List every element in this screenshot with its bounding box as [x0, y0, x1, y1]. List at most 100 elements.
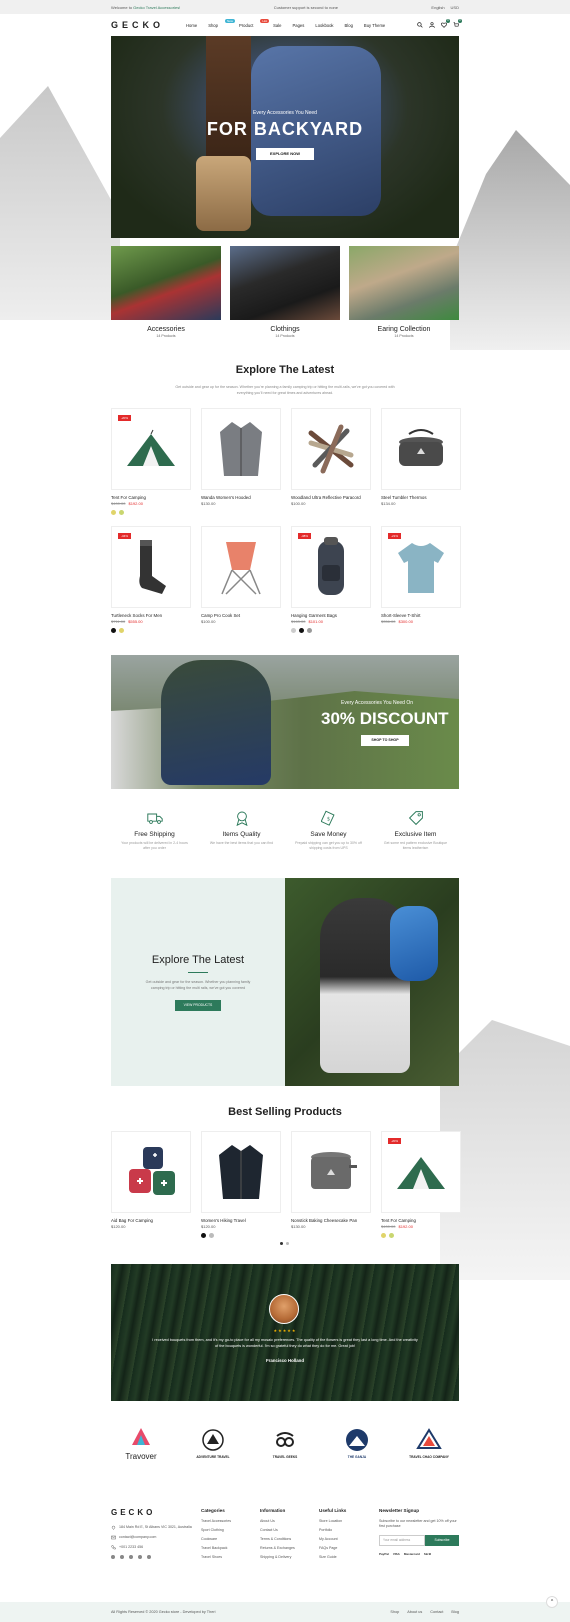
nav-sale[interactable]: Sale — [273, 23, 281, 28]
footer-link[interactable]: My Account — [319, 1537, 379, 1541]
footer-link[interactable]: Cookware — [201, 1537, 260, 1541]
footer-link[interactable]: About Us — [260, 1519, 319, 1523]
footer-link[interactable]: Travel Accessories — [201, 1519, 260, 1523]
facebook-icon[interactable] — [111, 1555, 115, 1559]
footer-link[interactable]: FAQs Page — [319, 1546, 379, 1550]
user-icon[interactable] — [429, 22, 435, 28]
brand-logo[interactable]: ADVENTURE TRAVEL — [183, 1428, 243, 1459]
bottom-link[interactable]: Shop — [390, 1610, 399, 1614]
discount-subtitle: Every Accessories You Need On — [341, 700, 413, 706]
brand-logo[interactable]: TRAVEL GEEKS — [255, 1428, 315, 1459]
swatch-black[interactable] — [201, 1233, 206, 1238]
brand-logo[interactable]: TRAVEL CHAO COMPANY — [399, 1427, 459, 1459]
category-card[interactable]: Clothings 14 Products — [230, 246, 340, 338]
nav-product[interactable]: ProductHot — [239, 18, 270, 28]
product-name[interactable]: Woodland Ultra Reflective Paracord — [291, 495, 371, 500]
product-card[interactable]: Woodland Ultra Reflective Paracord $100.… — [291, 408, 371, 515]
footer-logo[interactable]: GECKO — [111, 1508, 201, 1517]
product-name[interactable]: Aid Bag For Camping — [111, 1218, 191, 1223]
swatch-dark-grey[interactable] — [307, 628, 312, 633]
logo[interactable]: GECKO — [111, 20, 164, 30]
swatch-yellow[interactable] — [119, 628, 124, 633]
swatch-yellow[interactable] — [381, 1233, 386, 1238]
linkedin-icon[interactable] — [138, 1555, 142, 1559]
product-card[interactable]: Women's Hiking Travel $120.00 — [201, 1131, 281, 1238]
product-card[interactable]: -38% Hanging Garment Bags $163.00 $101.00 — [291, 526, 371, 633]
product-name[interactable]: Women's Hiking Travel — [201, 1218, 281, 1223]
view-products-button[interactable]: VIEW PRODUCTS — [175, 1000, 221, 1011]
swatch-grey[interactable] — [209, 1233, 214, 1238]
newsletter-email-input[interactable]: Your email address — [379, 1535, 425, 1546]
currency-selector[interactable]: USD — [451, 5, 459, 10]
product-name[interactable]: Steel Tumbler Thermos — [381, 495, 461, 500]
twitter-icon[interactable] — [120, 1555, 124, 1559]
language-selector[interactable]: English — [431, 5, 444, 10]
product-card[interactable]: Aid Bag For Camping $120.00 — [111, 1131, 191, 1238]
payment-methods: PayPal VISA Mastercard Skrill — [379, 1552, 459, 1556]
footer-column-categories: Categories Travel Accessories Sport Clot… — [201, 1508, 260, 1564]
product-card[interactable]: Steel Tumbler Thermos $134.00 — [381, 408, 461, 515]
footer-link[interactable]: Size Guide — [319, 1555, 379, 1559]
bottom-link[interactable]: Blog — [451, 1610, 459, 1614]
category-card[interactable]: Earing Collection 14 Products — [349, 246, 459, 338]
product-name[interactable]: Hanging Garment Bags — [291, 613, 371, 618]
product-card[interactable]: Camp Pro Cook Set $100.00 — [201, 526, 281, 633]
travel-chao-logo-icon — [416, 1427, 442, 1449]
product-card[interactable]: Nonstick Baking Cheesecake Pan $130.00 — [291, 1131, 371, 1238]
nav-shop[interactable]: ShopNew — [208, 18, 235, 28]
brand-logo[interactable]: Travover — [111, 1425, 171, 1461]
swatch-lime[interactable] — [389, 1233, 394, 1238]
swatch-black[interactable] — [299, 628, 304, 633]
product-name[interactable]: Tent For Camping — [111, 495, 191, 500]
footer-link[interactable]: Portfolio — [319, 1528, 379, 1532]
hero-subtitle: Every Accessories You Need — [253, 110, 317, 116]
footer-link[interactable]: Travel Backpack — [201, 1546, 260, 1550]
nav-buy-theme[interactable]: Buy Theme — [364, 23, 385, 28]
product-name[interactable]: Wanda Women's Hooded — [201, 495, 281, 500]
product-name[interactable]: Nonstick Baking Cheesecake Pan — [291, 1218, 371, 1223]
back-to-top-button[interactable]: ^ — [546, 1596, 558, 1608]
product-card[interactable]: Wanda Women's Hooded $130.00 — [201, 408, 281, 515]
product-price: $711.00 $555.00 — [111, 619, 143, 624]
product-card[interactable]: -34% Turtleneck Socks For Men $711.00 $55… — [111, 526, 191, 633]
brand-logo[interactable]: THE GANJA — [327, 1428, 387, 1459]
swatch-lime[interactable] — [119, 510, 124, 515]
carousel-dot[interactable] — [280, 1242, 283, 1245]
mastercard-logo: Mastercard — [403, 1552, 420, 1556]
bottom-link[interactable]: About us — [407, 1610, 422, 1614]
product-name[interactable]: Turtleneck Socks For Men — [111, 613, 191, 618]
nav-blog[interactable]: Blog — [345, 23, 353, 28]
footer-link[interactable]: Returns & Exchanges — [260, 1546, 319, 1550]
footer-link[interactable]: Terms & Conditions — [260, 1537, 319, 1541]
wishlist-icon[interactable]: 0 — [441, 19, 450, 28]
nav-pages[interactable]: Pages — [292, 23, 304, 28]
product-name[interactable]: Camp Pro Cook Set — [201, 613, 281, 618]
footer-link[interactable]: Store Location — [319, 1519, 379, 1523]
footer-link[interactable]: Shipping & Delivery — [260, 1555, 319, 1559]
product-name[interactable]: Short-Sleeve T-Shirt — [381, 613, 461, 618]
product-card[interactable]: -20% Tent For Camping $400.00 $192.00 — [381, 1131, 461, 1238]
explore-desc: Get outside and gear for the season. Whe… — [145, 980, 251, 990]
product-card[interactable]: -20% Tent For Camping $400.00 $192.00 — [111, 408, 191, 515]
carousel-dot[interactable] — [286, 1242, 289, 1245]
product-card[interactable]: -21% Short-Sleeve T-Shirt $356.00 $300.00 — [381, 526, 461, 633]
swatch-grey[interactable] — [291, 628, 296, 633]
pinterest-icon[interactable] — [147, 1555, 151, 1559]
search-icon[interactable] — [417, 22, 423, 28]
footer-link[interactable]: Sport Clothing — [201, 1528, 260, 1532]
nav-home[interactable]: Home — [186, 23, 197, 28]
swatch-yellow[interactable] — [111, 510, 116, 515]
category-card[interactable]: Accessories 14 Products — [111, 246, 221, 338]
bottom-link[interactable]: Contact — [430, 1610, 443, 1614]
swatch-black[interactable] — [111, 628, 116, 633]
instagram-icon[interactable] — [129, 1555, 133, 1559]
shop-button[interactable]: SHOP TO SHOP — [361, 735, 409, 746]
explore-now-button[interactable]: EXPLORE NOW — [256, 148, 314, 160]
footer-link[interactable]: Travel Shoes — [201, 1555, 260, 1559]
subscribe-button[interactable]: Subscribe — [425, 1535, 459, 1546]
footer-link[interactable]: Contact Us — [260, 1528, 319, 1532]
copyright: All Rights Reserved © 2020 Gecko store -… — [111, 1610, 216, 1614]
nav-lookbook[interactable]: Lookbook — [315, 23, 333, 28]
product-name[interactable]: Tent For Camping — [381, 1218, 461, 1223]
cart-icon[interactable]: 0 — [453, 19, 462, 28]
